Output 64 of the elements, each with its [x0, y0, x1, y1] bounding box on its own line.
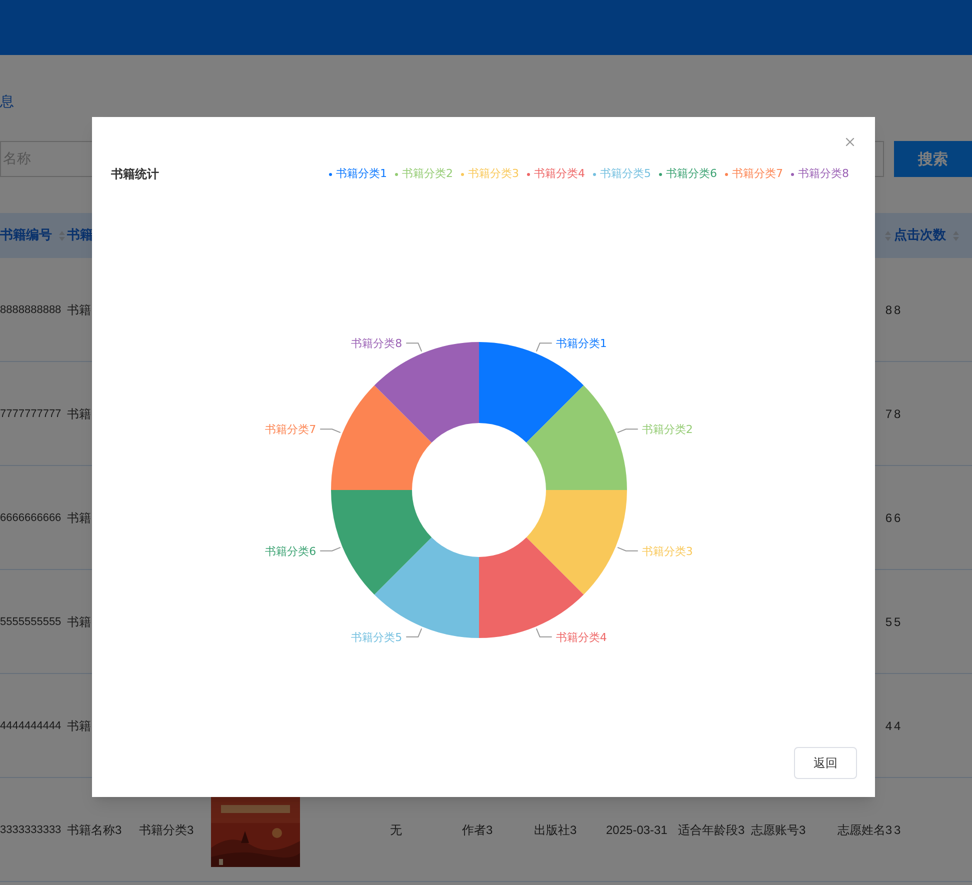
table-cell-text: 书籍 — [67, 614, 91, 630]
chart-title: 书籍统计 — [111, 166, 159, 183]
slice-label: 书籍分类6 — [265, 544, 316, 558]
slice-label: 书籍分类3 — [642, 544, 693, 558]
leader-line — [320, 546, 341, 552]
legend-label[interactable]: 书籍分类7 — [732, 166, 783, 182]
table-cell-text: 8888888888 — [0, 302, 62, 318]
column-header[interactable]: 书籍 — [67, 226, 93, 246]
table-cell-text: 无 — [390, 822, 402, 838]
leader-line — [406, 628, 422, 638]
table-cell-text: 2025-03-31 — [606, 822, 668, 838]
table-cell-text: 4 — [885, 718, 892, 734]
table-cell-text: 6666666666 — [0, 510, 62, 526]
column-header[interactable]: 书籍编号 — [0, 226, 52, 246]
search-button[interactable]: 搜索 — [894, 141, 972, 177]
table-cell-text: 7777777777 — [0, 406, 62, 422]
legend-label[interactable]: 书籍分类5 — [600, 166, 651, 182]
legend-label[interactable]: 书籍分类3 — [468, 166, 519, 182]
table-cell-text: 8 — [894, 302, 901, 318]
column-header[interactable]: 点击次数 — [894, 226, 946, 246]
table-cell-text: 书籍名称3 — [67, 822, 122, 838]
legend-label[interactable]: 书籍分类1 — [336, 166, 387, 182]
table-cell-text: 志愿账号3 — [751, 822, 806, 838]
table-cell-text: 5 — [885, 614, 892, 630]
leader-line — [617, 428, 638, 434]
table-cell-text: 书籍 — [67, 718, 91, 734]
leader-line — [617, 546, 638, 552]
table-cell-text: 书籍 — [67, 302, 91, 318]
table-cell-text: 7 — [885, 406, 892, 422]
slice-label: 书籍分类8 — [351, 337, 402, 350]
table-cell-text: 5 — [894, 614, 901, 630]
leader-line — [536, 628, 552, 638]
legend-label[interactable]: 书籍分类4 — [534, 166, 585, 182]
table-cell-text: 作者3 — [462, 822, 493, 838]
table-cell-text: 4444444444 — [0, 718, 62, 734]
leader-line — [406, 342, 422, 352]
table-cell-text: 3333333333 — [0, 822, 62, 838]
table-cell-text: 书籍 — [67, 406, 91, 422]
table-cell-text: 适合年龄段3 — [678, 822, 745, 838]
legend-label[interactable]: 书籍分类8 — [798, 166, 849, 182]
table-cell-text: 6 — [885, 510, 892, 526]
legend-label[interactable]: 书籍分类2 — [402, 166, 453, 182]
close-icon[interactable] — [843, 135, 857, 149]
back-button[interactable]: 返回 — [794, 747, 857, 779]
table-cell-text: 6 — [894, 510, 901, 526]
table-cell-text: 8 — [885, 302, 892, 318]
slice-label: 书籍分类5 — [351, 630, 402, 644]
slice-label: 书籍分类7 — [265, 423, 316, 436]
table-cell-text: 8 — [894, 406, 901, 422]
legend-label[interactable]: 书籍分类6 — [666, 166, 717, 182]
slice-label: 书籍分类4 — [556, 630, 607, 644]
table-cell-text: 3 — [894, 822, 901, 838]
table-cell-text: 书籍分类3 — [139, 822, 194, 838]
table-cell-text: 出版社3 — [534, 822, 577, 838]
table-cell-text: 志愿姓名3 — [837, 822, 892, 838]
breadcrumb[interactable]: 息 — [0, 94, 14, 110]
leader-line — [536, 342, 552, 352]
table-cell-text: 5555555555 — [0, 614, 62, 630]
table-cell-text: 书籍 — [67, 510, 91, 526]
sort-icon[interactable] — [884, 230, 892, 242]
table-cell-text: 4 — [894, 718, 901, 734]
slice-label: 书籍分类2 — [642, 423, 693, 436]
slice-label: 书籍分类1 — [556, 337, 607, 350]
leader-line — [320, 428, 341, 434]
